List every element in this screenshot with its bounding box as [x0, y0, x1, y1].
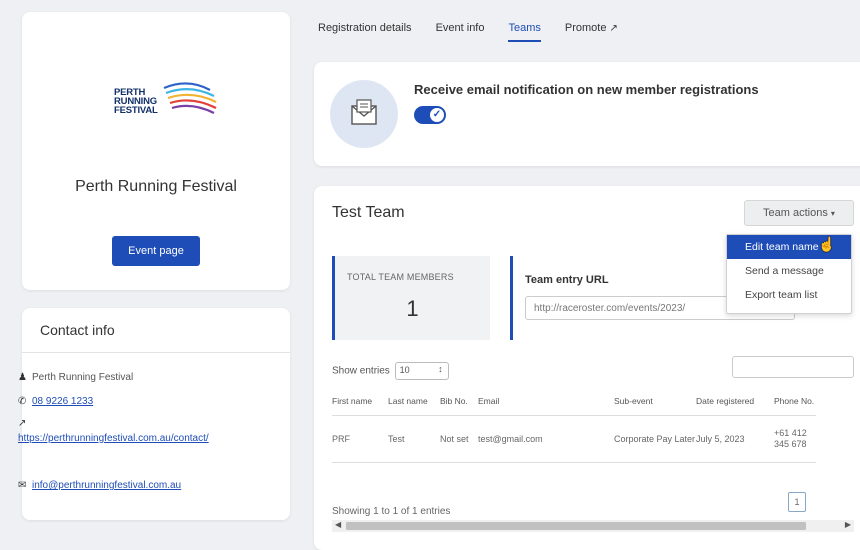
- contact-website-icon-row: ↗: [18, 418, 32, 429]
- contact-website-link[interactable]: https://perthrunningfestival.com.au/cont…: [18, 432, 258, 446]
- divider: [22, 352, 290, 353]
- team-actions-button[interactable]: Team actions ▾: [744, 200, 854, 226]
- cell-date-registered: July 5, 2023: [696, 415, 774, 463]
- horizontal-scrollbar[interactable]: ◀ ▶: [332, 520, 854, 532]
- team-url-label: Team entry URL: [525, 274, 609, 286]
- tabs: Registration details Event info Teams Pr…: [318, 22, 642, 42]
- scroll-right-icon[interactable]: ▶: [845, 520, 851, 529]
- table-search-input[interactable]: [732, 356, 854, 378]
- tab-promote[interactable]: Promote ↗: [565, 22, 618, 42]
- contact-title: Contact info: [40, 322, 115, 338]
- total-members-value: 1: [406, 296, 419, 321]
- team-actions-label: Team actions: [763, 207, 828, 219]
- total-members-box: TOTAL TEAM MEMBERS 1: [332, 256, 490, 340]
- tab-teams[interactable]: Teams: [508, 22, 541, 42]
- phone-icon: ✆: [18, 396, 27, 407]
- total-members-label: TOTAL TEAM MEMBERS: [347, 272, 454, 282]
- team-name: Test Team: [332, 204, 405, 221]
- logo-text: PERTH RUNNING FESTIVAL: [114, 87, 158, 116]
- hand-cursor-icon: ☝: [818, 236, 836, 252]
- page-button-1[interactable]: 1: [788, 492, 806, 512]
- email-icon: ✉: [18, 480, 27, 491]
- contact-phone-row: ✆ 08 9226 1233: [18, 396, 93, 407]
- show-entries: Show entries 10 ↕: [332, 362, 449, 380]
- cell-first-name: PRF: [332, 415, 388, 463]
- cell-sub-event: Corporate Pay Later: [614, 415, 696, 463]
- contact-name: Perth Running Festival: [32, 372, 134, 383]
- contact-phone-link[interactable]: 08 9226 1233: [32, 396, 93, 407]
- contact-email-link[interactable]: info@perthrunningfestival.com.au: [32, 480, 181, 491]
- notification-text: Receive email notification on new member…: [414, 82, 759, 97]
- contact-name-row: ♟ Perth Running Festival: [18, 372, 133, 383]
- check-icon: ✓: [430, 108, 444, 122]
- user-icon: ♟: [18, 372, 27, 383]
- show-entries-label: Show entries: [332, 365, 390, 377]
- event-logo: PERTH RUNNING FESTIVAL: [114, 78, 234, 128]
- notification-card: Receive email notification on new member…: [314, 62, 860, 166]
- tab-event-info[interactable]: Event info: [436, 22, 485, 42]
- scrollbar-thumb[interactable]: [346, 522, 806, 530]
- select-arrows-icon: ↕: [438, 364, 443, 374]
- event-card: PERTH RUNNING FESTIVAL Perth Running Fes…: [22, 12, 290, 290]
- cell-phone-no: +61 412 345 678: [774, 415, 816, 463]
- col-first-name[interactable]: First name: [332, 392, 388, 416]
- notification-toggle[interactable]: ✓: [414, 106, 446, 124]
- menu-item-export-team-list[interactable]: Export team list: [727, 283, 851, 307]
- col-sub-event[interactable]: Sub-event: [614, 392, 696, 416]
- tab-promote-label: Promote: [564, 22, 607, 34]
- col-last-name[interactable]: Last name: [388, 392, 440, 416]
- cell-last-name: Test: [388, 415, 440, 463]
- cell-email: test@gmail.com: [478, 415, 614, 463]
- entries-select[interactable]: 10 ↕: [394, 362, 449, 380]
- menu-item-send-message[interactable]: Send a message: [727, 259, 851, 283]
- caret-down-icon: ▾: [830, 209, 835, 218]
- col-bib-no[interactable]: Bib No.: [440, 392, 478, 416]
- envelope-icon: [330, 80, 398, 148]
- external-link-icon: ↗: [18, 418, 27, 429]
- event-name: Perth Running Festival: [75, 178, 237, 195]
- entries-select-value: 10: [399, 365, 410, 375]
- col-phone-no[interactable]: Phone No.: [774, 392, 816, 416]
- table-row[interactable]: PRF Test Not set test@gmail.com Corporat…: [332, 415, 816, 463]
- external-link-icon: ↗: [609, 23, 618, 34]
- tab-registration-details[interactable]: Registration details: [318, 22, 412, 42]
- col-email[interactable]: Email: [478, 392, 614, 416]
- col-date-registered[interactable]: Date registered: [696, 392, 774, 416]
- table-header: First name Last name Bib No. Email Sub-e…: [332, 392, 816, 416]
- scroll-left-icon[interactable]: ◀: [335, 520, 341, 529]
- showing-entries-text: Showing 1 to 1 of 1 entries: [332, 506, 451, 517]
- members-table: First name Last name Bib No. Email Sub-e…: [332, 392, 816, 463]
- event-page-button[interactable]: Event page: [112, 236, 200, 266]
- cell-bib-no: Not set: [440, 415, 478, 463]
- contact-email-row: ✉ info@perthrunningfestival.com.au: [18, 480, 181, 491]
